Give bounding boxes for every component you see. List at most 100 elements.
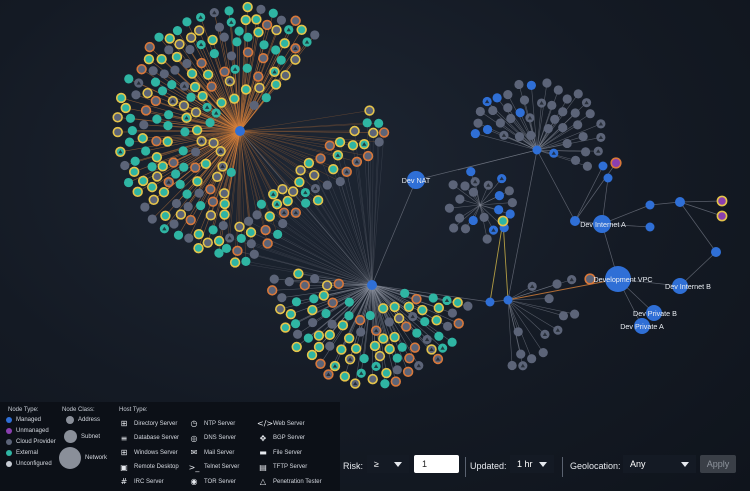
graph-node[interactable]	[494, 191, 505, 201]
graph-node[interactable]	[526, 130, 536, 140]
graph-node[interactable]	[542, 78, 552, 88]
graph-node[interactable]	[513, 327, 523, 337]
graph-node[interactable]	[174, 39, 185, 50]
graph-node[interactable]	[325, 341, 335, 351]
graph-node[interactable]	[182, 189, 192, 199]
graph-node[interactable]	[343, 333, 355, 344]
graph-node[interactable]	[164, 33, 175, 44]
graph-node[interactable]	[323, 369, 334, 380]
updated-select[interactable]: 1 hr	[510, 455, 554, 473]
graph-node[interactable]	[309, 170, 320, 181]
graph-node[interactable]	[147, 214, 157, 224]
graph-node[interactable]	[190, 107, 202, 118]
graph-node[interactable]	[310, 183, 321, 194]
graph-node[interactable]	[526, 80, 536, 90]
risk-value-input[interactable]: 1	[414, 455, 459, 473]
graph-node[interactable]	[208, 225, 218, 235]
graph-node[interactable]	[392, 365, 402, 375]
graph-node[interactable]	[356, 368, 366, 378]
graph-node[interactable]	[284, 25, 294, 35]
graph-node[interactable]	[189, 81, 201, 93]
graph-node[interactable]	[252, 210, 262, 220]
graph-node[interactable]	[447, 308, 458, 318]
apply-button[interactable]: Apply	[700, 455, 736, 473]
graph-node[interactable]	[212, 171, 223, 182]
graph-node[interactable]	[516, 349, 526, 359]
graph-node[interactable]	[167, 80, 177, 90]
graph-node[interactable]	[275, 303, 286, 315]
graph-node[interactable]	[226, 51, 237, 61]
graph-node[interactable]	[240, 84, 252, 95]
graph-node[interactable]	[243, 216, 254, 226]
graph-node[interactable]	[552, 279, 562, 289]
graph-node[interactable]	[369, 340, 381, 352]
graph-node[interactable]	[482, 96, 492, 107]
graph-node[interactable]	[196, 39, 206, 50]
graph-node[interactable]	[236, 233, 246, 244]
graph-node[interactable]	[196, 12, 206, 22]
graph-node[interactable]	[402, 366, 414, 378]
graph-node[interactable]	[277, 293, 287, 303]
graph-node[interactable]	[226, 17, 236, 27]
graph-node[interactable]	[336, 344, 347, 355]
graph-node[interactable]	[324, 329, 335, 341]
graph-node[interactable]	[339, 371, 351, 382]
graph-node[interactable]	[191, 124, 203, 136]
graph-node[interactable]	[148, 194, 159, 205]
graph-node[interactable]	[232, 245, 243, 257]
graph-node[interactable]	[154, 32, 164, 42]
graph-node[interactable]	[404, 353, 415, 364]
graph-node[interactable]	[171, 198, 182, 209]
graph-node[interactable]	[173, 230, 184, 240]
graph-node[interactable]	[151, 171, 163, 182]
graph-node[interactable]	[294, 176, 305, 188]
graph-node[interactable]	[335, 176, 345, 187]
graph-node[interactable]	[359, 138, 370, 150]
graph-node[interactable]	[124, 137, 135, 147]
graph-node[interactable]	[163, 121, 173, 131]
graph-hub-node[interactable]	[570, 216, 580, 226]
graph-node[interactable]	[351, 156, 363, 168]
graph-node[interactable]	[503, 103, 513, 113]
graph-node[interactable]	[562, 94, 572, 104]
graph-node[interactable]	[193, 228, 205, 240]
graph-node[interactable]	[267, 285, 278, 296]
graph-node[interactable]	[593, 146, 603, 156]
graph-node[interactable]	[290, 207, 302, 218]
graph-node[interactable]	[141, 146, 151, 156]
graph-node[interactable]	[460, 224, 471, 234]
graph-node[interactable]	[224, 233, 235, 243]
graph-node[interactable]	[327, 319, 337, 329]
graph-hub-node[interactable]	[503, 295, 513, 305]
graph-node[interactable]	[321, 308, 331, 319]
graph-node[interactable]	[292, 329, 303, 339]
graph-node[interactable]	[202, 102, 212, 112]
graph-node[interactable]	[115, 92, 127, 104]
graph-node[interactable]	[573, 89, 583, 99]
graph-node[interactable]	[269, 66, 280, 78]
graph-node[interactable]	[454, 213, 465, 223]
graph-node[interactable]	[287, 186, 299, 197]
graph-node[interactable]	[284, 277, 294, 287]
graph-node[interactable]	[306, 349, 318, 361]
graph-node[interactable]	[303, 333, 314, 343]
graph-node[interactable]	[197, 90, 208, 102]
graph-node[interactable]	[224, 76, 236, 87]
graph-node[interactable]	[219, 198, 230, 210]
graph-node[interactable]	[278, 207, 290, 218]
graph-node[interactable]	[285, 308, 297, 320]
graph-node[interactable]	[470, 128, 480, 139]
graph-node[interactable]	[234, 26, 244, 36]
graph-node[interactable]	[550, 114, 560, 125]
graph-node[interactable]	[299, 280, 310, 291]
graph-node[interactable]	[403, 301, 415, 312]
graph-node[interactable]	[196, 201, 206, 211]
graph-node[interactable]	[497, 173, 507, 184]
graph-hub-node[interactable]	[711, 247, 721, 257]
graph-node[interactable]	[193, 25, 205, 36]
graph-node[interactable]	[449, 223, 459, 233]
graph-node[interactable]	[417, 304, 428, 316]
graph-node[interactable]	[140, 202, 150, 212]
graph-node[interactable]	[547, 100, 557, 110]
graph-node[interactable]	[432, 353, 444, 365]
